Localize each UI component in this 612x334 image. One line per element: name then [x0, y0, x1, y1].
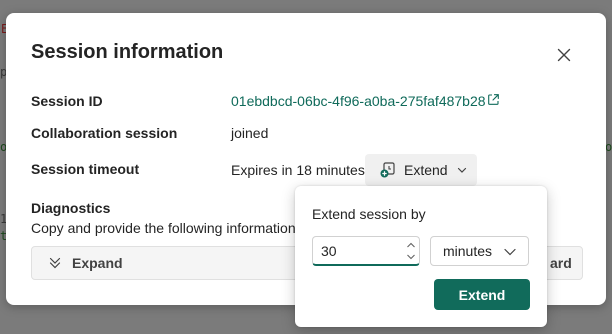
- clock-add-icon: [379, 161, 397, 179]
- extend-unit-select[interactable]: minutes: [430, 236, 529, 266]
- extend-menu-label: Extend: [404, 162, 448, 178]
- diagnostics-label: Diagnostics: [31, 200, 111, 216]
- double-chevron-down-icon: [48, 256, 62, 270]
- session-id-link[interactable]: 01ebdbcd-06bc-4f96-a0ba-275faf487b28: [231, 93, 486, 109]
- close-button[interactable]: [554, 45, 574, 65]
- open-external-icon[interactable]: [487, 93, 500, 109]
- chevron-down-icon: [456, 164, 468, 176]
- session-id-value: 01ebdbcd-06bc-4f96-a0ba-275faf487b28: [231, 93, 500, 109]
- session-timeout-value: Expires in 18 minutes.: [231, 162, 369, 178]
- session-timeout-label: Session timeout: [31, 161, 140, 177]
- collaboration-value: joined: [231, 125, 269, 141]
- chevron-down-icon: [503, 246, 517, 258]
- session-id-label: Session ID: [31, 93, 103, 109]
- diagnostics-description: Copy and provide the following informati…: [31, 220, 296, 236]
- extend-amount-stepper[interactable]: [312, 236, 420, 266]
- unit-select-value: minutes: [443, 243, 493, 259]
- increment-icon[interactable]: [405, 239, 417, 251]
- extend-submit-button[interactable]: Extend: [434, 279, 530, 310]
- expand-label: Expand: [72, 255, 123, 271]
- extend-session-popover: Extend session by minutes Extend: [295, 186, 547, 327]
- extend-menu-button[interactable]: Extend: [365, 154, 477, 186]
- close-icon: [557, 48, 571, 62]
- dialog-title: Session information: [31, 41, 224, 63]
- extend-amount-input[interactable]: [321, 242, 401, 260]
- background-fragment: o: [605, 140, 612, 154]
- copy-to-clipboard-fragment: ard: [550, 255, 572, 271]
- popover-title: Extend session by: [312, 206, 426, 222]
- collaboration-label: Collaboration session: [31, 125, 178, 141]
- decrement-icon[interactable]: [405, 251, 417, 263]
